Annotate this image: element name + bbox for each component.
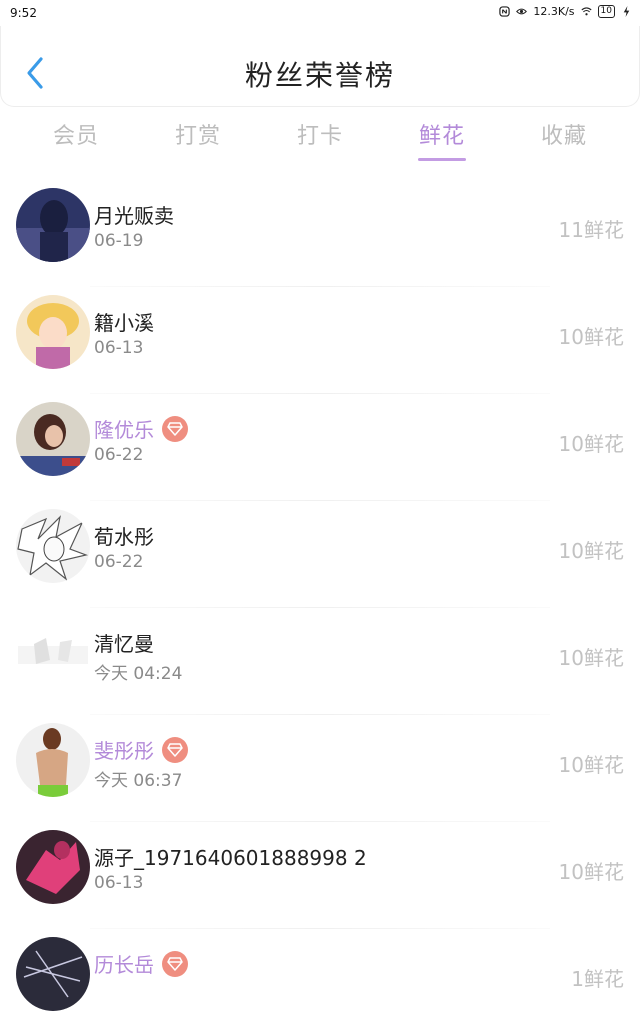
flower-count: 1鲜花 [571,967,624,991]
avatar[interactable] [16,295,90,369]
avatar[interactable] [16,616,90,690]
diamond-icon [167,742,183,757]
active-tab-indicator [418,158,466,161]
vip-diamond-badge [162,950,188,977]
flower-count: 10鲜花 [558,539,624,563]
flower-count: 10鲜花 [558,325,624,349]
list-item[interactable]: 历长岳 1鲜花 [0,929,640,1036]
tab-flowers[interactable]: 鲜花 [392,118,492,161]
flower-count: 10鲜花 [558,646,624,670]
activity-date: 06-22 [94,445,144,465]
user-name: 清忆曼 [94,632,154,656]
network-speed: 12.3K/s [533,5,575,18]
status-time: 9:52 [10,6,37,20]
flower-count: 10鲜花 [558,753,624,777]
page-title: 粉丝荣誉榜 [244,59,395,92]
flower-count: 10鲜花 [558,860,624,884]
avatar[interactable] [16,830,90,904]
avatar[interactable] [16,188,90,262]
user-name: 籍小溪 [94,311,154,335]
tab-reward[interactable]: 打赏 [148,118,248,150]
list-item[interactable]: 清忆曼 今天 04:24 10鲜花 [0,608,640,715]
vip-diamond-badge [162,736,188,763]
tab-checkin[interactable]: 打卡 [270,118,370,150]
status-bar: 9:52 12.3K/s 10 [0,0,640,26]
user-name: 隆优乐 [94,414,188,443]
status-icons: 12.3K/s 10 [499,5,632,18]
list-item[interactable]: 月光贩卖 06-19 11鲜花 [0,180,640,287]
battery-indicator: 10 [597,5,615,18]
top-app-bar: 粉丝荣誉榜 [0,26,640,107]
tab-flowers-label: 鲜花 [418,124,465,149]
vip-diamond-badge [162,415,188,442]
user-name: 斐彤彤 [94,735,188,764]
avatar[interactable] [16,937,90,1011]
list-item[interactable]: 籍小溪 06-13 10鲜花 [0,287,640,394]
flower-count: 10鲜花 [558,432,624,456]
avatar[interactable] [16,402,90,476]
tab-member[interactable]: 会员 [26,118,126,150]
activity-date: 今天 04:24 [94,664,183,684]
list-item[interactable]: 隆优乐 06-22 10鲜花 [0,394,640,501]
nfc-icon [499,6,511,17]
avatar[interactable] [16,723,90,797]
list-item[interactable]: 荀水彤 06-22 10鲜花 [0,501,640,608]
eye-icon [516,8,528,15]
list-item[interactable]: 源子_1971640601888998 2 06-13 10鲜花 [0,822,640,929]
tab-bar: 会员 打赏 打卡 鲜花 收藏 [0,108,640,168]
user-name: 荀水彤 [94,525,154,549]
activity-date: 06-22 [94,552,144,572]
flower-count: 11鲜花 [558,218,624,242]
user-name: 源子_1971640601888998 2 [94,846,367,870]
activity-date: 06-13 [94,873,144,893]
diamond-icon [167,956,183,971]
activity-date: 06-19 [94,231,144,251]
activity-date: 06-13 [94,338,144,358]
charging-icon [623,6,630,17]
activity-date: 今天 06:37 [94,771,183,791]
diamond-icon [167,421,183,436]
list-item[interactable]: 斐彤彤 今天 06:37 10鲜花 [0,715,640,822]
avatar[interactable] [16,509,90,583]
wifi-icon [581,7,592,16]
fan-ranking-list: 月光贩卖 06-19 11鲜花 籍小溪 06-13 10鲜花 隆优乐 06-22… [0,180,640,1036]
tab-collect[interactable]: 收藏 [514,118,614,150]
user-name: 月光贩卖 [94,204,174,228]
